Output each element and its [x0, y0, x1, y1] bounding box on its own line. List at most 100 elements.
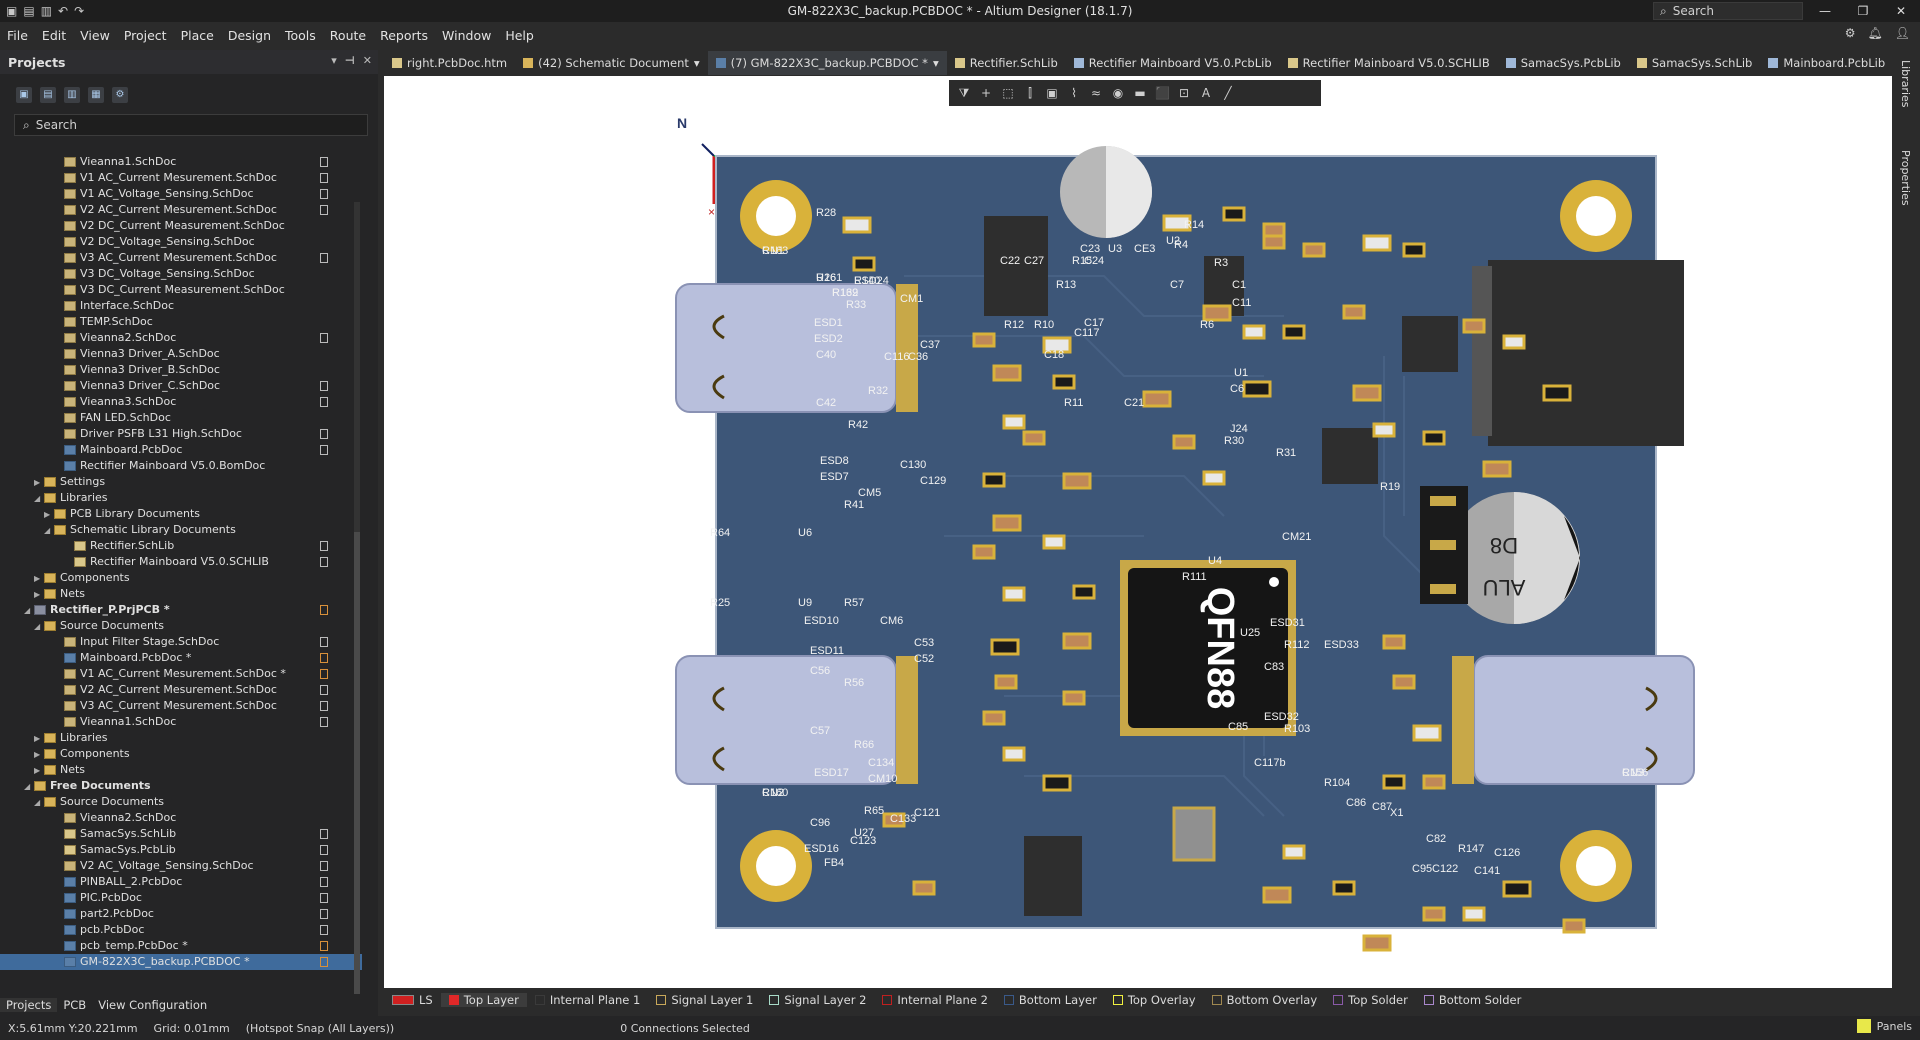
- tree-item[interactable]: ◢ Schematic Library Documents: [0, 522, 362, 538]
- layer-tab[interactable]: Top Layer: [440, 993, 527, 1007]
- layer-tab[interactable]: Internal Plane 2: [874, 993, 996, 1007]
- menu-window[interactable]: Window: [435, 28, 498, 43]
- tree-item[interactable]: ▶ Settings: [0, 474, 362, 490]
- menu-view[interactable]: View: [73, 28, 117, 43]
- global-search[interactable]: ⌕ Search: [1653, 2, 1803, 20]
- tree-item[interactable]: Vieanna1.SchDoc: [0, 154, 362, 170]
- scrollbar-thumb[interactable]: [354, 532, 360, 1012]
- tree-item[interactable]: V1 AC_Current Mesurement.SchDoc: [0, 170, 362, 186]
- tree-item[interactable]: ▶ Libraries: [0, 730, 362, 746]
- region-icon[interactable]: ⬛: [1155, 86, 1170, 100]
- fill-icon[interactable]: ▬: [1133, 86, 1147, 100]
- tree-item[interactable]: SamacSys.PcbLib: [0, 842, 362, 858]
- user-icon[interactable]: 👤︎: [1895, 26, 1910, 40]
- tree-expand-icon[interactable]: ◢: [24, 603, 34, 619]
- layer-tab[interactable]: Bottom Overlay: [1204, 993, 1326, 1007]
- tree-expand-icon[interactable]: ◢: [34, 619, 44, 635]
- redo-icon[interactable]: ↷: [74, 4, 84, 18]
- document-tab[interactable]: Rectifier Mainboard V5.0.SCHLIB: [1280, 51, 1498, 75]
- layer-tab[interactable]: Bottom Solder: [1416, 993, 1529, 1007]
- tree-item[interactable]: Driver PSFB L31 High.SchDoc: [0, 426, 362, 442]
- project-tree-scrollbar[interactable]: [354, 202, 360, 1012]
- tree-item[interactable]: Vienna3 Driver_B.SchDoc: [0, 362, 362, 378]
- menu-route[interactable]: Route: [323, 28, 373, 43]
- open-project-icon[interactable]: ▥: [64, 87, 80, 103]
- tree-expand-icon[interactable]: ▶: [34, 571, 44, 587]
- tree-item[interactable]: ▶ Components: [0, 570, 362, 586]
- tree-expand-icon[interactable]: ▶: [34, 763, 44, 779]
- tree-item[interactable]: V1 AC_Voltage_Sensing.SchDoc: [0, 186, 362, 202]
- undo-icon[interactable]: ↶: [58, 4, 68, 18]
- diff-route-icon[interactable]: ≈: [1089, 86, 1103, 100]
- tree-expand-icon[interactable]: ◢: [24, 779, 34, 795]
- tree-expand-icon[interactable]: ▶: [34, 587, 44, 603]
- project-options-icon[interactable]: ⚙: [112, 87, 128, 103]
- document-tab[interactable]: SamacSys.PcbLib: [1498, 51, 1629, 75]
- tree-item[interactable]: Vieanna3.SchDoc: [0, 394, 362, 410]
- tree-item[interactable]: Interface.SchDoc: [0, 298, 362, 314]
- tree-item[interactable]: pcb_temp.PcbDoc *: [0, 938, 362, 954]
- document-tab[interactable]: right.PcbDoc.htm: [384, 51, 515, 75]
- document-tab[interactable]: (7) GM-822X3C_backup.PCBDOC * ▾: [707, 51, 947, 75]
- tree-item[interactable]: V3 AC_Current Mesurement.SchDoc: [0, 698, 362, 714]
- layer-tab[interactable]: Bottom Layer: [996, 993, 1105, 1007]
- properties-panel-tab[interactable]: Properties: [1899, 150, 1912, 206]
- tree-item[interactable]: ◢ Rectifier_P.PrjPCB *: [0, 602, 362, 618]
- tree-item[interactable]: FAN LED.SchDoc: [0, 410, 362, 426]
- document-tab[interactable]: Rectifier.SchLib: [947, 51, 1066, 75]
- tree-item[interactable]: V3 AC_Current Mesurement.SchDoc: [0, 250, 362, 266]
- tree-item[interactable]: Vieanna2.SchDoc: [0, 330, 362, 346]
- chevron-down-icon[interactable]: ▾: [933, 51, 939, 75]
- layer-tab[interactable]: Signal Layer 1: [648, 993, 761, 1007]
- open-icon[interactable]: ▥: [41, 4, 52, 18]
- tree-item[interactable]: Mainboard.PcbDoc: [0, 442, 362, 458]
- menu-place[interactable]: Place: [174, 28, 221, 43]
- panels-button[interactable]: Panels: [1856, 1019, 1912, 1033]
- tree-expand-icon[interactable]: ◢: [44, 523, 54, 539]
- via-icon[interactable]: ◉: [1111, 86, 1125, 100]
- dimension-icon[interactable]: ⊡: [1177, 86, 1191, 100]
- panel-close-icon[interactable]: ✕: [363, 54, 372, 67]
- tab-projects[interactable]: Projects: [0, 998, 58, 1012]
- layer-tab[interactable]: Top Overlay: [1105, 993, 1204, 1007]
- tree-item[interactable]: ◢ Source Documents: [0, 618, 362, 634]
- tree-item[interactable]: V2 AC_Current Mesurement.SchDoc: [0, 682, 362, 698]
- tree-item[interactable]: ◢ Libraries: [0, 490, 362, 506]
- tree-expand-icon[interactable]: ▶: [34, 475, 44, 491]
- tree-item[interactable]: ▶ PCB Library Documents: [0, 506, 362, 522]
- close-project-icon[interactable]: ▦: [88, 87, 104, 103]
- menu-design[interactable]: Design: [221, 28, 278, 43]
- tree-item[interactable]: SamacSys.SchLib: [0, 826, 362, 842]
- text-icon[interactable]: A: [1199, 86, 1213, 100]
- tree-item[interactable]: Vienna3 Driver_C.SchDoc: [0, 378, 362, 394]
- minimize-button[interactable]: —: [1806, 0, 1844, 22]
- layer-tab[interactable]: Internal Plane 1: [527, 993, 649, 1007]
- chevron-down-icon[interactable]: ▾: [694, 51, 700, 75]
- tree-item[interactable]: V1 AC_Current Mesurement.SchDoc *: [0, 666, 362, 682]
- save-icon[interactable]: ▣: [6, 4, 17, 18]
- menu-file[interactable]: File: [0, 28, 35, 43]
- plus-icon[interactable]: +: [979, 86, 993, 100]
- route-icon[interactable]: ⌇: [1067, 86, 1081, 100]
- gear-icon[interactable]: ⚙: [1845, 26, 1856, 40]
- tree-item[interactable]: V2 AC_Current Mesurement.SchDoc: [0, 202, 362, 218]
- document-tab[interactable]: Mainboard.PcbLib: [1760, 51, 1893, 75]
- rect-select-icon[interactable]: ⬚: [1001, 86, 1015, 100]
- projects-search-input[interactable]: ⌕ Search: [14, 114, 368, 136]
- tree-expand-icon[interactable]: ▶: [44, 507, 54, 523]
- pcb-canvas[interactable]: N × QFN88 D8 ALU CN1 CN2 CN3 U26 R140 R1…: [384, 76, 1892, 988]
- menu-help[interactable]: Help: [498, 28, 541, 43]
- tree-item[interactable]: Vieanna1.SchDoc: [0, 714, 362, 730]
- notification-icon[interactable]: 🔔︎: [1868, 26, 1883, 40]
- tree-item[interactable]: V2 AC_Voltage_Sensing.SchDoc: [0, 858, 362, 874]
- tree-item[interactable]: pcb.PcbDoc: [0, 922, 362, 938]
- tree-item[interactable]: PIC.PcbDoc: [0, 890, 362, 906]
- align-icon[interactable]: ⫿: [1023, 86, 1037, 100]
- save-project-icon[interactable]: ▣: [16, 87, 32, 103]
- tree-item[interactable]: Rectifier.SchLib: [0, 538, 362, 554]
- menu-edit[interactable]: Edit: [35, 28, 73, 43]
- libraries-panel-tab[interactable]: Libraries: [1899, 60, 1912, 108]
- tree-item[interactable]: ▶ Components: [0, 746, 362, 762]
- tree-item[interactable]: V2 DC_Current Measurement.SchDoc: [0, 218, 362, 234]
- menu-reports[interactable]: Reports: [373, 28, 435, 43]
